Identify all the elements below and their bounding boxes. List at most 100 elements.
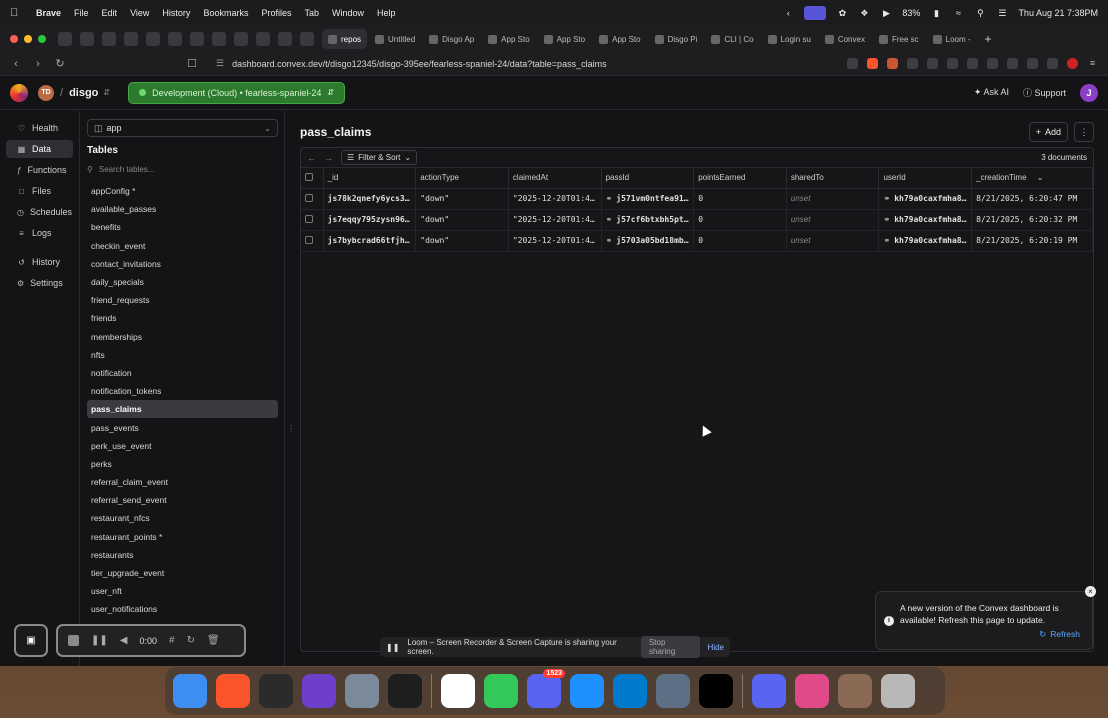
pencil-icon[interactable] — [795, 674, 829, 708]
browser-tab[interactable]: CLI | Co — [705, 29, 759, 49]
control-center-icon[interactable]: ☰ — [996, 8, 1008, 18]
bookmark-icon[interactable]: ☐ — [186, 57, 198, 70]
table-cell[interactable]: unset — [786, 230, 880, 252]
browser-tab[interactable]: Free sc — [873, 29, 925, 49]
project-name[interactable]: disgo — [69, 87, 98, 99]
component-selector[interactable]: ◫ app ⌄ — [87, 119, 278, 137]
ask-ai-button[interactable]: ✦ Ask AI — [974, 87, 1009, 98]
table-list-item[interactable]: perk_use_event — [87, 437, 278, 455]
reference-link-icon[interactable]: ⚭ — [606, 236, 613, 245]
table-cell[interactable]: 8/21/2025, 6:20:19 PM — [971, 230, 1093, 252]
table-cell[interactable]: "down" — [415, 209, 509, 231]
reference-link-icon[interactable]: ⚭ — [883, 215, 890, 224]
user-avatar[interactable]: J — [1080, 83, 1098, 102]
table-list-item[interactable]: tier_upgrade_event — [87, 564, 278, 582]
table-list-item[interactable]: restaurants — [87, 546, 278, 564]
pinned-tab-icon[interactable] — [300, 32, 314, 46]
trash-icon[interactable] — [881, 674, 915, 708]
table-list-item[interactable]: restaurant_nfcs — [87, 509, 278, 527]
table-search-input[interactable]: ⚲ Search tables... — [87, 162, 278, 176]
share-icon[interactable] — [847, 58, 858, 69]
table-list-item[interactable]: benefits — [87, 218, 278, 236]
table-list-item[interactable]: restaurant_points * — [87, 528, 278, 546]
profile-avatar[interactable] — [1067, 58, 1078, 69]
nav-item-schedules[interactable]: ◷ Schedules — [6, 203, 73, 221]
stop-sharing-button[interactable]: Stop sharing — [640, 636, 700, 658]
browser-tab[interactable]: App Sto — [538, 29, 591, 49]
table-cell[interactable]: 0 — [693, 230, 787, 252]
pinned-tab-icon[interactable] — [234, 32, 248, 46]
menu-history[interactable]: History — [162, 8, 190, 18]
back-icon[interactable]: ‹ — [10, 58, 22, 70]
nav-item-logs[interactable]: ≡ Logs — [6, 224, 73, 242]
sidebar-icon[interactable] — [967, 58, 978, 69]
table-cell[interactable]: 8/21/2025, 6:20:32 PM — [971, 209, 1093, 231]
extension-icon[interactable] — [1047, 58, 1058, 69]
extension-icon[interactable] — [1007, 58, 1018, 69]
column-header[interactable]: userId — [878, 168, 973, 189]
discord-icon[interactable]: 1523 — [527, 669, 565, 708]
terminal-icon[interactable] — [388, 674, 422, 708]
table-list-item[interactable]: referral_send_event — [87, 491, 278, 509]
table-cell[interactable]: ⚭ j5703a05bd18mb… — [601, 230, 695, 252]
pinned-tab-icon[interactable] — [58, 32, 72, 46]
arrow-left-icon[interactable]: ← — [307, 153, 316, 163]
apple-icon[interactable]:  — [10, 7, 22, 19]
browser-tab[interactable]: App Sto — [593, 29, 646, 49]
minimize-window-button[interactable] — [24, 35, 32, 43]
discord2-icon[interactable] — [752, 674, 786, 708]
browser-tab[interactable]: Login su — [762, 29, 817, 49]
browser-tab[interactable]: Untitled — [369, 29, 421, 49]
column-header[interactable]: _id — [323, 168, 417, 189]
brave-rewards-icon[interactable] — [887, 58, 898, 69]
menu-help[interactable]: Help — [377, 8, 396, 18]
menu-file[interactable]: File — [74, 8, 89, 18]
table-cell[interactable]: "2025-12-20T01:42:… — [508, 209, 602, 231]
column-header[interactable]: pointsEarned — [693, 168, 787, 189]
reference-link-icon[interactable]: ⚭ — [606, 194, 613, 203]
convex-logo-icon[interactable] — [10, 83, 28, 102]
table-list-item[interactable]: memberships — [87, 328, 278, 346]
site-settings-icon[interactable]: ☰ — [216, 58, 224, 69]
row-checkbox[interactable] — [305, 193, 313, 202]
more-options-icon[interactable]: ⋮ — [1074, 122, 1094, 142]
pinned-tab-icon[interactable] — [102, 32, 116, 46]
github-icon[interactable] — [302, 674, 336, 708]
filter-sort-button[interactable]: ☰ Filter & Sort ⌄ — [341, 150, 418, 165]
table-list-item[interactable]: daily_specials — [87, 273, 278, 291]
wallet-icon[interactable] — [987, 58, 998, 69]
table-list-item[interactable]: perks — [87, 455, 278, 473]
table-cell[interactable]: unset — [786, 188, 880, 210]
table-list-item[interactable]: nfts — [87, 346, 278, 364]
slack-icon[interactable] — [441, 674, 475, 708]
team-avatar[interactable]: TD — [38, 84, 54, 101]
vpn-icon[interactable] — [1027, 58, 1038, 69]
support-button[interactable]: ⓘ Support — [1023, 86, 1066, 99]
nav-item-data[interactable]: ▦ Data — [6, 140, 73, 158]
play-icon[interactable]: ▶ — [880, 8, 892, 18]
table-list-item[interactable]: user_nft — [87, 582, 278, 600]
browser-tab[interactable]: repos — [322, 29, 368, 49]
nav-item-health[interactable]: ♡ Health — [6, 119, 73, 137]
table-cell[interactable]: "down" — [415, 230, 509, 252]
menu-icon[interactable]: ≡ — [1087, 58, 1098, 69]
search-icon[interactable]: ⚲ — [974, 8, 986, 18]
extension-icon[interactable] — [927, 58, 938, 69]
refresh-button[interactable]: ↻ Refresh — [1039, 628, 1080, 640]
stop-recording-icon[interactable] — [68, 635, 79, 646]
project-switcher-icon[interactable]: ⇵ — [103, 88, 110, 97]
column-header[interactable]: passId — [601, 168, 695, 189]
browser-tab[interactable]: Disgo Pi — [649, 29, 704, 49]
column-header[interactable]: _creationTime ⌄ — [971, 168, 1093, 189]
table-list-item[interactable]: user_notifications — [87, 600, 278, 618]
finder-icon[interactable] — [173, 674, 207, 708]
x-icon[interactable] — [699, 674, 733, 708]
grid-icon[interactable]: # — [169, 635, 175, 646]
nav-item-history[interactable]: ↺ History — [6, 253, 73, 271]
pinned-tab-icon[interactable] — [278, 32, 292, 46]
table-cell[interactable]: js78k2qnefy6ycs3bc… — [323, 188, 417, 210]
table-cell[interactable]: unset — [786, 209, 880, 231]
table-cell[interactable]: ⚭ kh79a0caxfmha8… — [878, 230, 973, 252]
menu-tab[interactable]: Tab — [304, 8, 319, 18]
row-checkbox[interactable] — [305, 214, 313, 223]
